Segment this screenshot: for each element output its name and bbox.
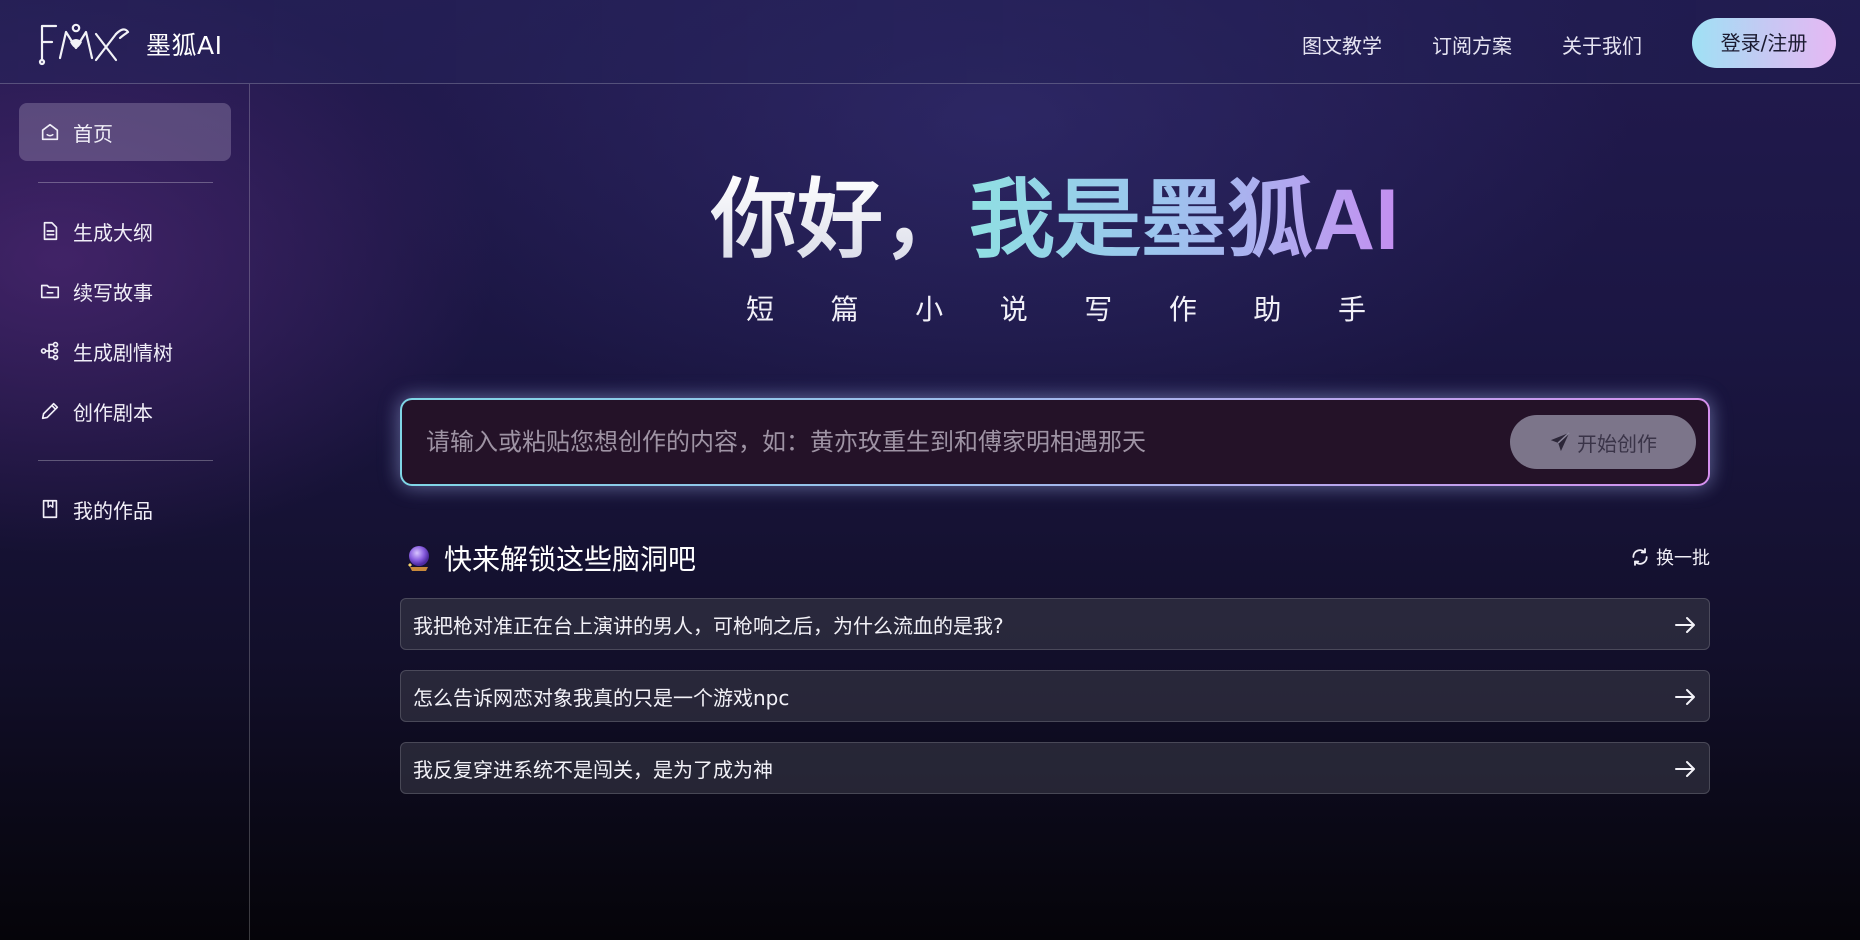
sidebar-item-label: 我的作品 [73,498,153,523]
hero-subtitle-char: 手 [1337,293,1366,326]
brand-name[interactable]: 墨狐AI [146,26,222,62]
suggestion-item[interactable]: 我把枪对准正在台上演讲的男人，可枪响之后，为什么流血的是我? [400,598,1710,650]
hero-subtitle-char: 作 [1168,293,1197,326]
sidebar-item-label: 创作剧本 [73,400,153,425]
refresh-label: 换一批 [1656,548,1710,569]
nav-subscription[interactable]: 订阅方案 [1432,30,1512,59]
tree-icon [40,341,59,361]
fox-logo-icon[interactable] [36,18,130,68]
sidebar-divider [38,182,213,183]
nav-tutorial[interactable]: 图文教学 [1302,30,1382,59]
hero-subtitle-char: 小 [915,293,944,326]
refresh-icon [1632,548,1648,566]
sidebar-item-continue-story[interactable]: 续写故事 [19,262,231,320]
crystal-ball-icon [408,546,429,571]
sidebar-item-script[interactable]: 创作剧本 [19,382,231,440]
send-icon [1550,432,1570,452]
sidebar-item-label: 续写故事 [73,280,153,305]
sidebar-item-label: 首页 [73,121,113,146]
arrow-right-icon [1675,617,1695,633]
sidebar-divider [38,460,213,461]
suggestion-text: 我把枪对准正在台上演讲的男人，可枪响之后，为什么流血的是我? [413,613,1004,638]
sidebar-item-plot-tree[interactable]: 生成剧情树 [19,322,231,380]
sidebar-item-my-works[interactable]: 我的作品 [19,480,231,538]
login-register-button[interactable]: 登录/注册 [1692,18,1836,68]
sidebar-item-outline[interactable]: 生成大纲 [19,202,231,260]
sidebar-item-home[interactable]: 首页 [19,103,231,161]
prompt-box: 开始创作 [400,398,1710,486]
suggestion-text: 我反复穿进系统不是闯关，是为了成为神 [413,757,773,782]
hero-subtitle-char: 短 [746,293,775,326]
suggestion-item[interactable]: 我反复穿进系统不是闯关，是为了成为神 [400,742,1710,794]
suggestions-title: 快来解锁这些脑洞吧 [444,543,697,576]
refresh-suggestions-button[interactable]: 换一批 [1630,544,1710,570]
sidebar: 首页 生成大纲 续写故事 生成剧情树 创作剧本 我的作品 [0,84,250,940]
hero-subtitle: 短 篇 小 说 写 作 助 手 [746,288,1366,328]
prompt-input[interactable] [426,418,1466,466]
document-icon [43,221,58,241]
home-icon [41,123,59,141]
top-navbar: 墨狐AI 图文教学 订阅方案 关于我们 登录/注册 [0,0,1860,84]
sidebar-item-label: 生成剧情树 [73,340,173,365]
start-create-button[interactable]: 开始创作 [1510,415,1696,469]
suggestion-text: 怎么告诉网恋对象我真的只是一个游戏npc [413,685,790,710]
sidebar-item-label: 生成大纲 [73,220,153,245]
hero-subtitle-char: 篇 [830,293,859,326]
bookmark-icon [42,499,58,519]
hero-subtitle-char: 说 [999,293,1028,326]
suggestions-header: 快来解锁这些脑洞吧 [404,538,696,578]
arrow-right-icon [1675,761,1695,777]
folder-icon [40,284,60,299]
arrow-right-icon [1675,689,1695,705]
suggestion-item[interactable]: 怎么告诉网恋对象我真的只是一个游戏npc [400,670,1710,722]
hero-title: 你好，我是墨狐AI [250,170,1860,270]
hero-subtitle-char: 助 [1253,293,1282,326]
start-create-label: 开始创作 [1577,431,1657,456]
hero-title-brand: 我是墨狐AI [969,172,1399,268]
nav-about[interactable]: 关于我们 [1562,30,1642,59]
hero-title-greeting: 你好， [711,172,969,268]
pencil-icon [41,402,59,420]
hero-subtitle-char: 写 [1084,293,1113,326]
